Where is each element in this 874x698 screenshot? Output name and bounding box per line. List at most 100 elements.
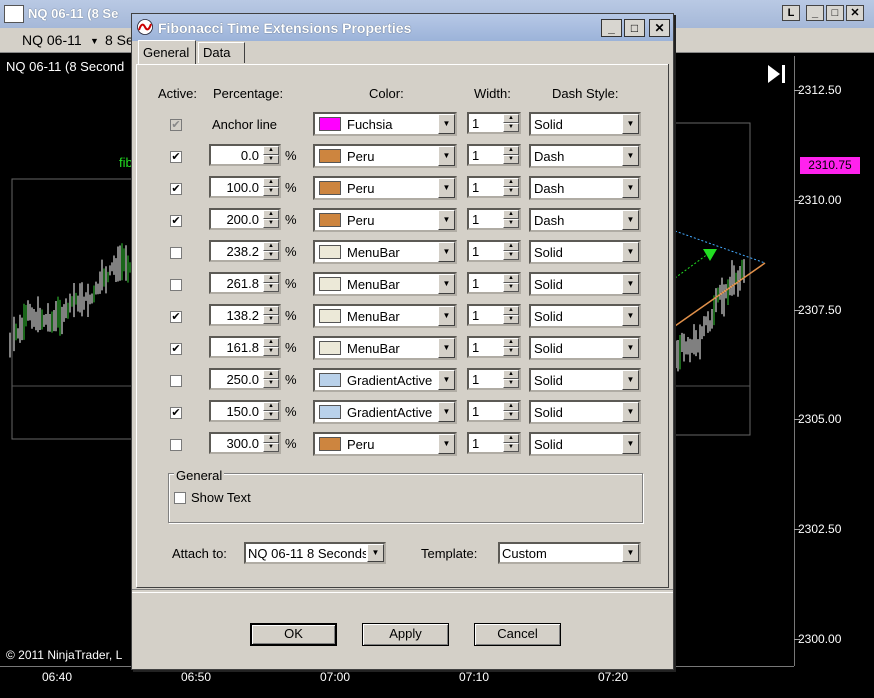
spin-down-icon[interactable]: ▼ (503, 155, 519, 164)
level-dash-select[interactable]: Dash ▼ (529, 144, 641, 168)
minimize-button[interactable]: _ (806, 5, 824, 21)
level-dash-select[interactable]: Dash ▼ (529, 176, 641, 200)
level-width-stepper[interactable]: 1 ▲ ▼ (467, 272, 521, 294)
chevron-down-icon[interactable]: ▼ (367, 544, 384, 562)
show-text-label[interactable]: Show Text (191, 490, 251, 505)
spin-up-icon[interactable]: ▲ (503, 338, 519, 347)
spin-up-icon[interactable]: ▲ (263, 210, 279, 219)
chevron-down-icon[interactable]: ▼ (438, 434, 455, 454)
chevron-down-icon[interactable]: ▼ (438, 306, 455, 326)
level-active-checkbox[interactable]: ✔ (170, 183, 182, 195)
level-active-checkbox[interactable] (170, 279, 182, 291)
level-color-select[interactable]: MenuBar ▼ (313, 336, 457, 360)
level-percentage-stepper[interactable]: 238.2 ▲ ▼ (209, 240, 281, 262)
spin-up-icon[interactable]: ▲ (263, 146, 279, 155)
chevron-down-icon[interactable]: ▼ (622, 242, 639, 262)
level-percentage-stepper[interactable]: 250.0 ▲ ▼ (209, 368, 281, 390)
spin-down-icon[interactable]: ▼ (263, 443, 279, 452)
chevron-down-icon[interactable]: ▼ (622, 178, 639, 198)
spin-down-icon[interactable]: ▼ (263, 347, 279, 356)
spin-up-icon[interactable]: ▲ (503, 402, 519, 411)
chevron-down-icon[interactable]: ▼ (622, 402, 639, 422)
spin-down-icon[interactable]: ▼ (503, 187, 519, 196)
level-dash-select[interactable]: Solid ▼ (529, 368, 641, 392)
spin-down-icon[interactable]: ▼ (263, 315, 279, 324)
close-button[interactable]: ✕ (846, 5, 864, 21)
spin-up-icon[interactable]: ▲ (503, 434, 519, 443)
level-percentage-stepper[interactable]: 300.0 ▲ ▼ (209, 432, 281, 454)
spin-down-icon[interactable]: ▼ (503, 411, 519, 420)
level-color-select[interactable]: Peru ▼ (313, 144, 457, 168)
level-active-checkbox[interactable]: ✔ (170, 407, 182, 419)
spin-up-icon[interactable]: ▲ (263, 370, 279, 379)
chevron-down-icon[interactable]: ▼ (438, 274, 455, 294)
level-percentage-stepper[interactable]: 0.0 ▲ ▼ (209, 144, 281, 166)
level-dash-select[interactable]: Solid ▼ (529, 304, 641, 328)
dialog-minimize-button[interactable]: _ (601, 19, 622, 37)
level-color-select[interactable]: MenuBar ▼ (313, 240, 457, 264)
level-width-stepper[interactable]: 1 ▲ ▼ (467, 240, 521, 262)
level-percentage-stepper[interactable]: 150.0 ▲ ▼ (209, 400, 281, 422)
instrument-dropdown-icon[interactable]: ▼ (90, 36, 99, 46)
level-width-stepper[interactable]: 1 ▲ ▼ (467, 144, 521, 166)
chevron-down-icon[interactable]: ▼ (622, 114, 639, 134)
spin-down-icon[interactable]: ▼ (503, 443, 519, 452)
level-width-stepper[interactable]: 1 ▲ ▼ (467, 432, 521, 454)
level-color-select[interactable]: MenuBar ▼ (313, 272, 457, 296)
anchor-width-stepper[interactable]: 1 ▲ ▼ (467, 112, 521, 134)
level-active-checkbox[interactable] (170, 375, 182, 387)
chevron-down-icon[interactable]: ▼ (622, 210, 639, 230)
spin-up-icon[interactable]: ▲ (503, 306, 519, 315)
level-color-select[interactable]: Peru ▼ (313, 432, 457, 456)
level-color-select[interactable]: GradientActive ▼ (313, 368, 457, 392)
spin-up-icon[interactable]: ▲ (263, 434, 279, 443)
spin-up-icon[interactable]: ▲ (263, 178, 279, 187)
spin-up-icon[interactable]: ▲ (263, 306, 279, 315)
chevron-down-icon[interactable]: ▼ (438, 178, 455, 198)
chevron-down-icon[interactable]: ▼ (622, 274, 639, 294)
anchor-color-select[interactable]: Fuchsia ▼ (313, 112, 457, 136)
level-color-select[interactable]: GradientActive ▼ (313, 400, 457, 424)
level-width-stepper[interactable]: 1 ▲ ▼ (467, 336, 521, 358)
spin-up-icon[interactable]: ▲ (503, 242, 519, 251)
spin-down-icon[interactable]: ▼ (263, 219, 279, 228)
level-dash-select[interactable]: Solid ▼ (529, 272, 641, 296)
spin-up-icon[interactable]: ▲ (503, 274, 519, 283)
level-color-select[interactable]: Peru ▼ (313, 176, 457, 200)
level-active-checkbox[interactable]: ✔ (170, 343, 182, 355)
level-active-checkbox[interactable]: ✔ (170, 311, 182, 323)
apply-button[interactable]: Apply (362, 623, 449, 646)
chevron-down-icon[interactable]: ▼ (438, 114, 455, 134)
chevron-down-icon[interactable]: ▼ (622, 370, 639, 390)
dialog-maximize-button[interactable]: □ (624, 19, 645, 37)
level-percentage-stepper[interactable]: 161.8 ▲ ▼ (209, 336, 281, 358)
level-active-checkbox[interactable] (170, 247, 182, 259)
show-text-checkbox[interactable] (174, 492, 186, 504)
spin-up-icon[interactable]: ▲ (263, 242, 279, 251)
spin-down-icon[interactable]: ▼ (263, 187, 279, 196)
level-width-stepper[interactable]: 1 ▲ ▼ (467, 400, 521, 422)
spin-down-icon[interactable]: ▼ (263, 379, 279, 388)
spin-up-icon[interactable]: ▲ (263, 338, 279, 347)
spin-down-icon[interactable]: ▼ (503, 315, 519, 324)
spin-up-icon[interactable]: ▲ (503, 114, 519, 123)
spin-up-icon[interactable]: ▲ (503, 146, 519, 155)
level-width-stepper[interactable]: 1 ▲ ▼ (467, 176, 521, 198)
spin-up-icon[interactable]: ▲ (503, 178, 519, 187)
level-color-select[interactable]: MenuBar ▼ (313, 304, 457, 328)
spin-down-icon[interactable]: ▼ (263, 251, 279, 260)
level-color-select[interactable]: Peru ▼ (313, 208, 457, 232)
chevron-down-icon[interactable]: ▼ (622, 306, 639, 326)
spin-down-icon[interactable]: ▼ (263, 155, 279, 164)
level-dash-select[interactable]: Solid ▼ (529, 400, 641, 424)
level-dash-select[interactable]: Solid ▼ (529, 336, 641, 360)
cancel-button[interactable]: Cancel (474, 623, 561, 646)
spin-down-icon[interactable]: ▼ (263, 283, 279, 292)
level-percentage-stepper[interactable]: 100.0 ▲ ▼ (209, 176, 281, 198)
dialog-close-button[interactable]: ✕ (649, 19, 670, 37)
tab-general[interactable]: General (138, 40, 196, 64)
chevron-down-icon[interactable]: ▼ (622, 544, 639, 562)
level-percentage-stepper[interactable]: 200.0 ▲ ▼ (209, 208, 281, 230)
chevron-down-icon[interactable]: ▼ (438, 210, 455, 230)
level-dash-select[interactable]: Solid ▼ (529, 432, 641, 456)
